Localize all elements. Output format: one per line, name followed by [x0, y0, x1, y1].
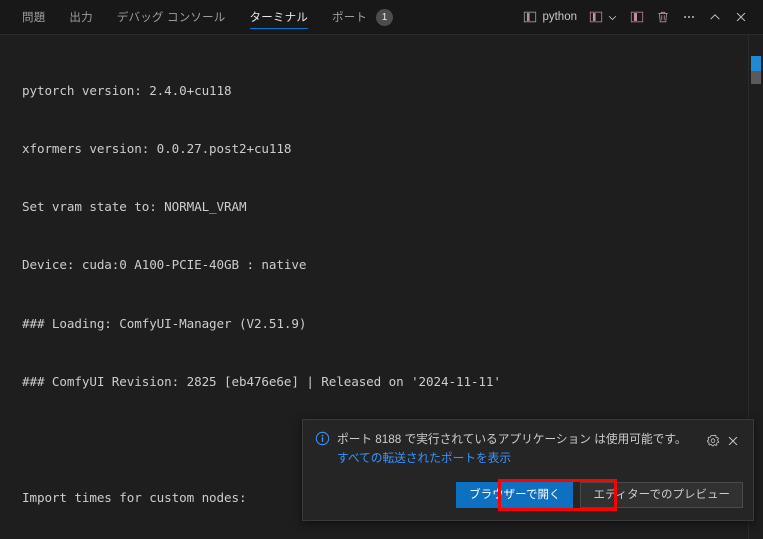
panel-header: 問題 出力 デバッグ コンソール ターミナル ポート 1 python	[0, 0, 763, 35]
tab-ports[interactable]: ポート 1	[320, 0, 405, 34]
terminal-split-icon	[523, 10, 537, 24]
open-in-browser-button[interactable]: ブラウザーで開く	[456, 482, 574, 508]
trash-icon	[656, 10, 670, 24]
split-editor-icon	[630, 10, 644, 24]
terminal-line: Set vram state to: NORMAL_VRAM	[22, 199, 247, 215]
tab-label: デバッグ コンソール	[116, 12, 226, 24]
notification-icon-actions	[703, 431, 743, 451]
terminal-line: xformers version: 0.0.27.post2+cu118	[22, 141, 292, 157]
split-terminal-icon	[589, 10, 603, 24]
scrollbar-command-marker	[751, 56, 761, 71]
panel-actions: python	[517, 0, 763, 34]
terminal-line: pytorch version: 2.4.0+cu118	[22, 82, 232, 98]
close-panel-button[interactable]	[729, 6, 753, 28]
scrollbar-thumb[interactable]	[751, 71, 761, 84]
tab-terminal[interactable]: ターミナル	[238, 0, 321, 34]
tab-problems[interactable]: 問題	[10, 0, 57, 34]
tab-label: ポート	[332, 12, 368, 24]
terminal-tab-label: python	[542, 11, 577, 23]
more-actions-button[interactable]	[677, 6, 701, 28]
notification-buttons: ブラウザーで開く エディターでのプレビュー	[315, 482, 743, 508]
kill-terminal-button[interactable]	[651, 6, 675, 28]
gear-icon[interactable]	[703, 431, 723, 451]
notification-message-text: ポート 8188 で実行されているアプリケーション は使用可能です。	[337, 433, 687, 446]
split-editor-button[interactable]	[625, 6, 649, 28]
chevron-up-icon	[708, 10, 722, 24]
terminal-tab-python[interactable]: python	[518, 6, 582, 28]
tab-label: 問題	[22, 12, 46, 24]
port-forward-notification: ポート 8188 で実行されているアプリケーション は使用可能です。すべての転送…	[302, 419, 754, 521]
terminal-line: Device: cuda:0 A100-PCIE-40GB : native	[22, 257, 307, 273]
panel-tab-list: 問題 出力 デバッグ コンソール ターミナル ポート 1	[0, 0, 405, 34]
preview-in-editor-button[interactable]: エディターでのプレビュー	[580, 482, 743, 508]
maximize-panel-button[interactable]	[703, 6, 727, 28]
tab-label: ターミナル	[249, 12, 309, 24]
close-icon	[734, 10, 748, 24]
terminal-line: ### ComfyUI Revision: 2825 [eb476e6e] | …	[22, 373, 501, 389]
notification-content-row: ポート 8188 で実行されているアプリケーション は使用可能です。すべての転送…	[315, 430, 743, 468]
ellipsis-icon	[682, 10, 696, 24]
show-forwarded-ports-link[interactable]: すべての転送されたポートを表示	[337, 452, 511, 465]
tab-debug-console[interactable]: デバッグ コンソール	[105, 0, 238, 34]
notification-message: ポート 8188 で実行されているアプリケーション は使用可能です。すべての転送…	[337, 430, 697, 468]
ports-count-badge: 1	[376, 8, 394, 26]
info-icon	[315, 431, 330, 446]
terminal-line: ### Loading: ComfyUI-Manager (V2.51.9)	[22, 315, 307, 331]
tab-label: 出力	[69, 12, 93, 24]
chevron-down-icon[interactable]	[607, 12, 618, 23]
close-icon[interactable]	[723, 431, 743, 451]
tab-output[interactable]: 出力	[57, 0, 104, 34]
split-terminal-button[interactable]	[584, 6, 623, 28]
